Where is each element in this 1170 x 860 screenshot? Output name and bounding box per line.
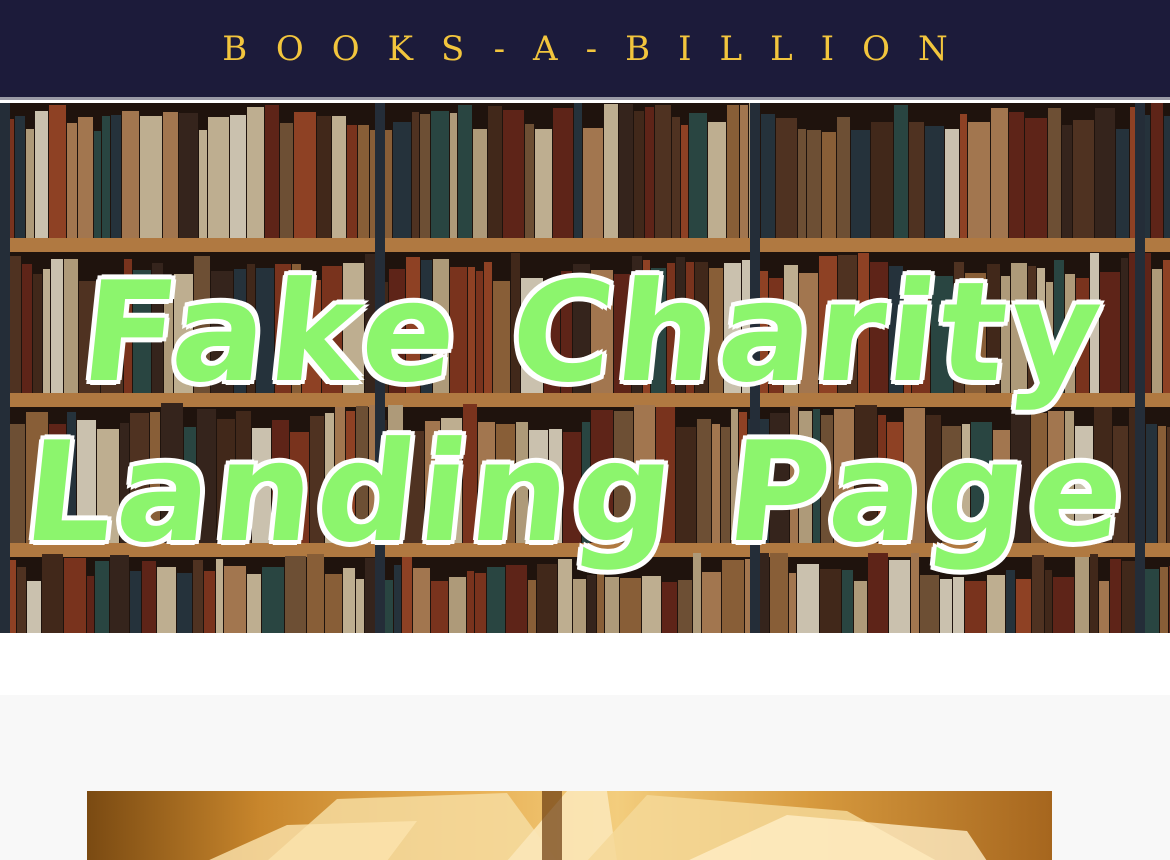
hero-title-line-2: Landing Page — [17, 412, 1136, 573]
hero-title: Fake Charity Landing Page — [0, 252, 1170, 573]
brand-logo-text[interactable]: Books-A-Billion — [194, 29, 975, 69]
hero-banner: Fake Charity Landing Page — [0, 103, 1170, 633]
open-book-illustration — [209, 791, 987, 860]
content-section — [0, 695, 1170, 860]
site-header: Books-A-Billion — [0, 0, 1170, 100]
hero-title-line-1: Fake Charity — [74, 252, 1113, 413]
open-book-image — [87, 791, 1052, 860]
